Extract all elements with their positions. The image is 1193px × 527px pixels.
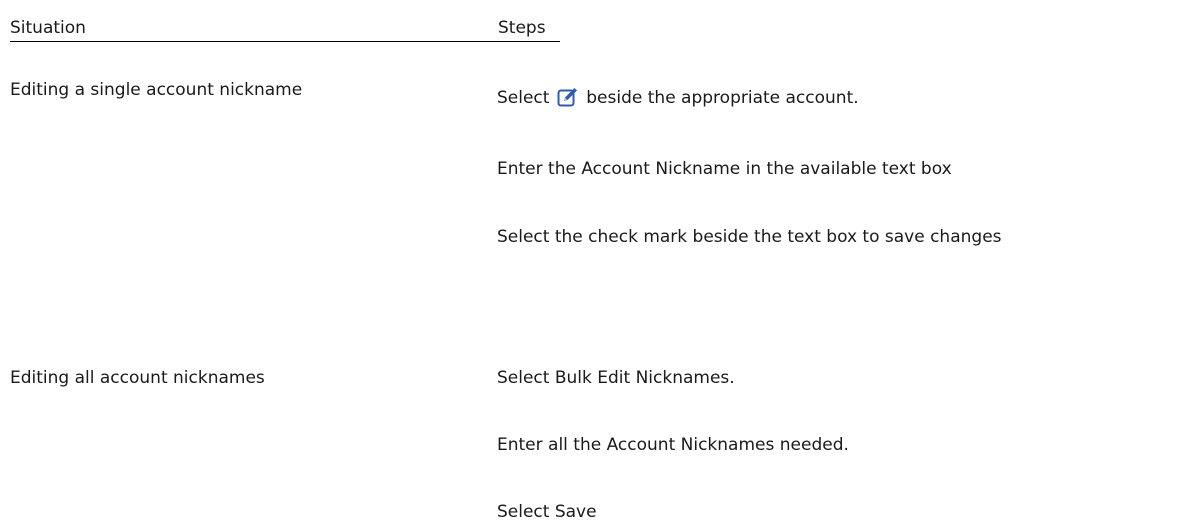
step-select-bulk-edit: Select Bulk Edit Nicknames. (497, 368, 735, 388)
step-select-edit-icon: Select beside the appropriate account. (497, 86, 859, 109)
step-enter-all-nicknames: Enter all the Account Nicknames needed. (497, 435, 849, 455)
edit-icon (557, 86, 579, 108)
situation-single-account: Editing a single account nickname (10, 80, 303, 100)
step-text-after: beside the appropriate account. (586, 88, 859, 108)
situation-column-header: Situation (10, 18, 498, 42)
step-text-before: Select (497, 88, 550, 108)
step-save-changes: Select the check mark beside the text bo… (497, 227, 1002, 247)
steps-column-header: Steps (498, 18, 560, 42)
step-enter-nickname: Enter the Account Nickname in the availa… (497, 159, 952, 179)
step-select-save: Select Save (497, 502, 597, 522)
situation-all-accounts: Editing all account nicknames (10, 368, 265, 388)
